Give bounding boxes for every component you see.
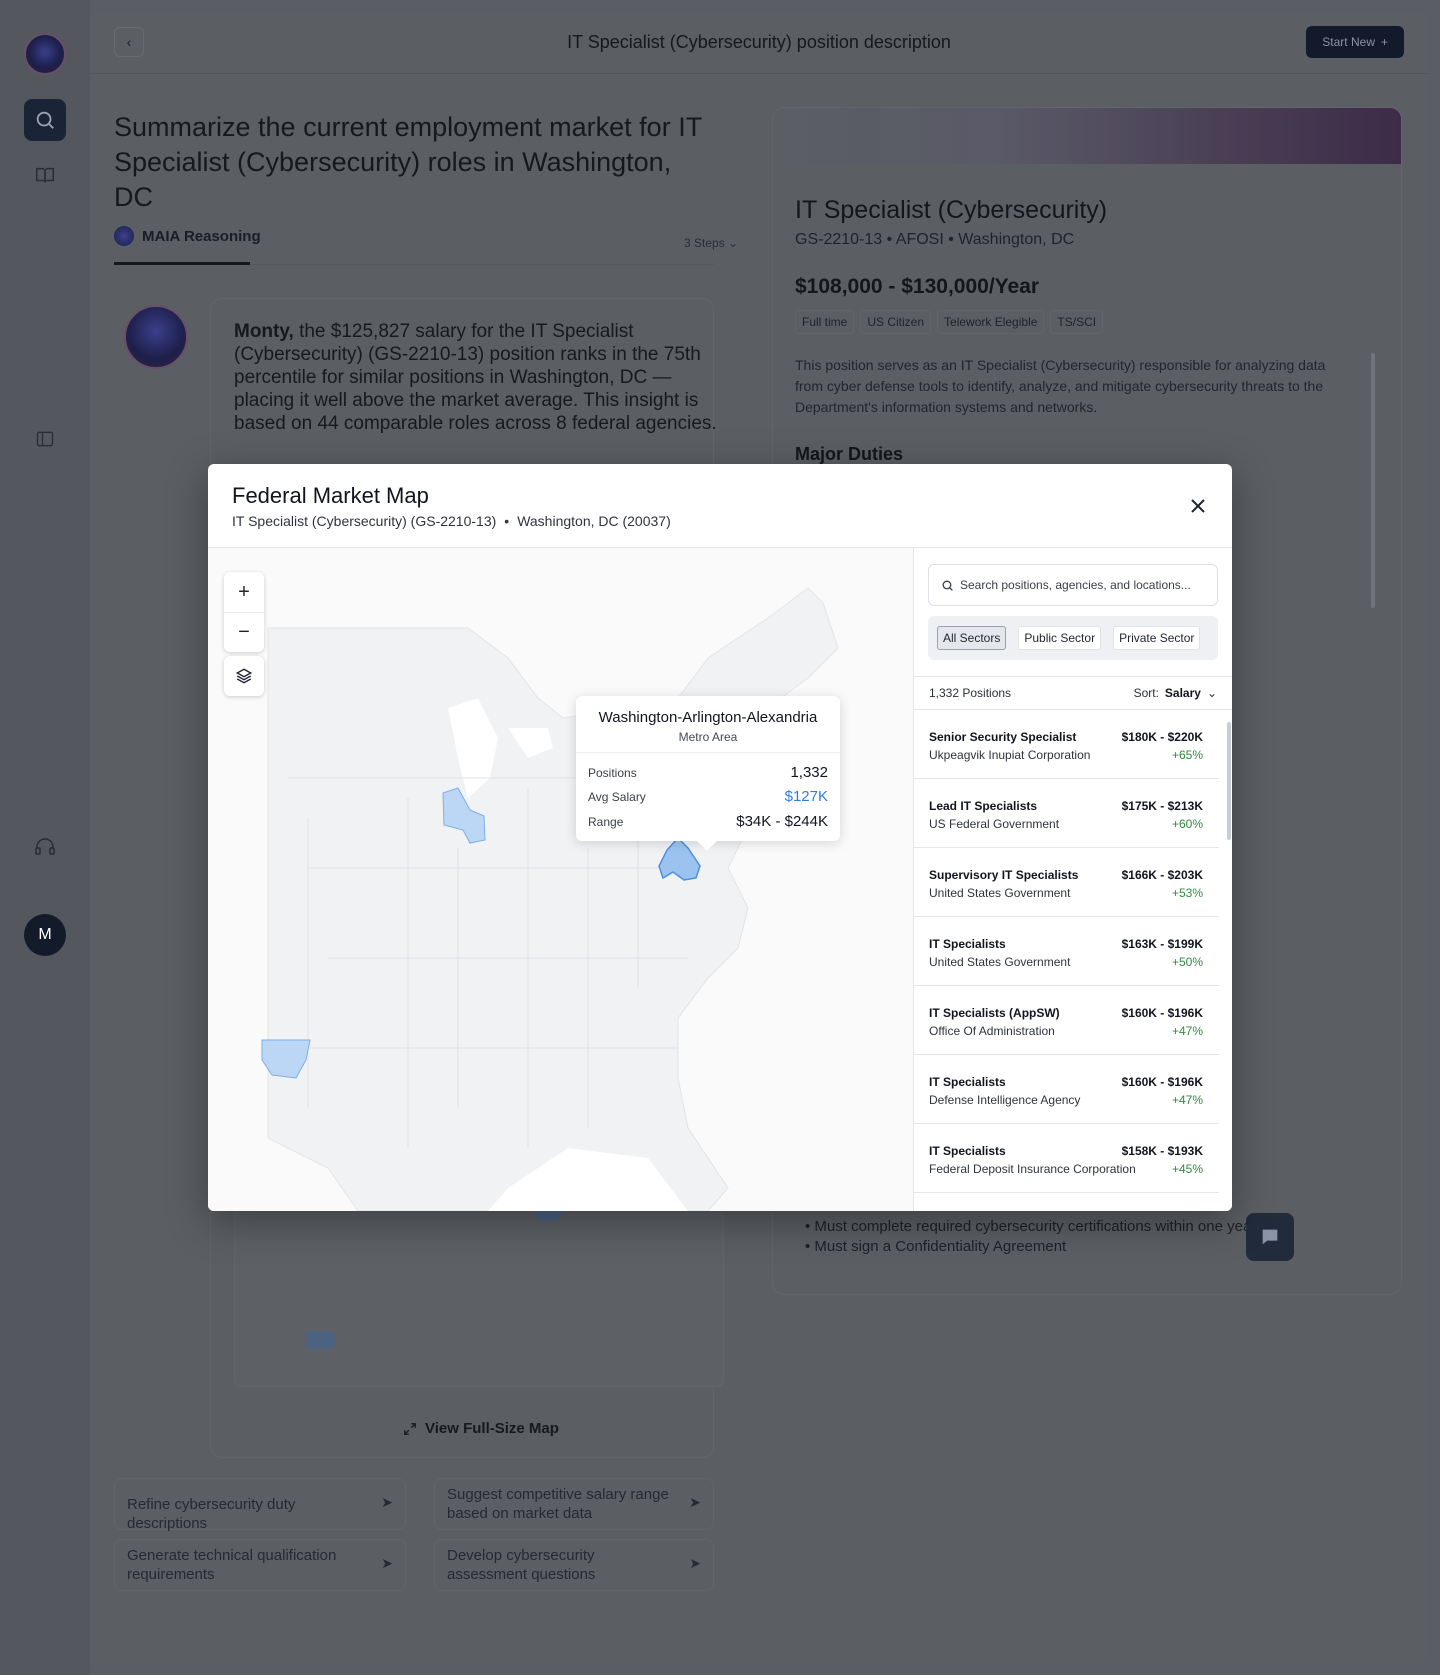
item-range: $158K - $193K [1121,1144,1203,1158]
sector-public[interactable]: Public Sector [1018,626,1102,650]
list-item[interactable]: IT Specialists Defense Intelligence Agen… [914,1055,1219,1124]
item-org: Federal Deposit Insurance Corporation [929,1162,1136,1176]
item-range: $163K - $199K [1121,937,1203,951]
list-item[interactable]: Lead IT Specialists US Federal Governmen… [914,779,1219,848]
separator: • [504,513,510,529]
tooltip-subtitle: Metro Area [678,730,738,744]
item-pct: +60% [1171,817,1203,831]
chevron-down-icon: ⌄ [1206,686,1217,700]
sector-filter: All Sectors Public Sector Private Sector [928,616,1218,660]
item-pct: +50% [1171,955,1203,969]
close-button[interactable] [1188,496,1208,516]
positions-count: 1,332 Positions [929,686,1012,700]
tooltip-label: Avg Salary [588,789,646,804]
positions-list: Senior Security Specialist Ukpeagvik Inu… [914,710,1219,1193]
tooltip-row-avg: Avg Salary $127K [588,788,828,805]
item-range: $175K - $213K [1121,799,1203,813]
list-header: 1,332 Positions Sort: Salary ⌄ [914,676,1232,710]
close-icon [1191,499,1205,513]
sort-value: Salary [1164,686,1201,700]
modal-title: Federal Market Map [232,483,429,508]
item-pct: +53% [1171,886,1203,900]
item-pct: +45% [1171,1162,1203,1176]
search-box[interactable] [928,564,1218,606]
sector-private[interactable]: Private Sector [1113,626,1201,650]
land-mass [267,587,839,1211]
list-item[interactable]: Supervisory IT Specialists United States… [914,848,1219,917]
modal-subtitle: IT Specialist (Cybersecurity) (GS-2210-1… [232,513,671,529]
list-item[interactable]: Senior Security Specialist Ukpeagvik Inu… [914,710,1219,779]
item-range: $160K - $196K [1121,1006,1203,1020]
modal-header: Federal Market Map IT Specialist (Cybers… [208,464,1232,548]
layers-icon [235,668,253,684]
tooltip-row-positions: Positions 1,332 [588,764,828,781]
tooltip-value: $34K - $244K [736,813,828,830]
tooltip-row-range: Range $34K - $244K [588,813,828,830]
item-org: Office Of Administration [929,1024,1055,1038]
item-title: IT Specialists (AppSW) [929,1006,1060,1020]
tooltip-label: Range [588,814,624,829]
item-pct: +47% [1171,1024,1203,1038]
tooltip-value: $127K [784,788,828,805]
item-pct: +47% [1171,1093,1203,1107]
item-title: IT Specialists [929,1144,1006,1158]
item-title: Supervisory IT Specialists [929,868,1079,882]
item-title: IT Specialists [929,937,1006,951]
item-range: $180K - $220K [1121,730,1203,744]
tooltip-title: Washington-Arlington-Alexandria [598,709,818,726]
tooltip-label: Positions [588,765,637,780]
market-map-modal: Federal Market Map IT Specialist (Cybers… [208,464,1232,1211]
list-item[interactable]: IT Specialists United States Government … [914,917,1219,986]
search-icon [942,580,953,591]
metro-tooltip: Washington-Arlington-Alexandria Metro Ar… [576,696,840,851]
item-range: $166K - $203K [1121,868,1203,882]
zoom-controls: + − [224,572,264,652]
item-org: United States Government [929,886,1071,900]
list-item[interactable]: IT Specialists Federal Deposit Insurance… [914,1124,1219,1193]
sort-dropdown[interactable]: Sort: Salary ⌄ [1134,686,1217,700]
item-org: US Federal Government [929,817,1060,831]
search-input[interactable] [960,578,1210,592]
sort-label: Sort: [1133,686,1159,700]
item-org: United States Government [929,955,1071,969]
zoom-in-button[interactable]: + [224,572,264,612]
modal-location: Washington, DC (20037) [517,513,671,529]
tooltip-value: 1,332 [790,764,828,781]
scrollbar[interactable] [1227,722,1231,840]
sector-all[interactable]: All Sectors [937,626,1007,650]
map-canvas[interactable]: + − Washington-Arlington-Alexandria Metr… [208,548,913,1211]
item-title: IT Specialists [929,1075,1006,1089]
zoom-out-button[interactable]: − [224,612,264,652]
item-title: Lead IT Specialists [929,799,1038,813]
us-map [261,587,839,1211]
divider [576,752,840,753]
item-title: Senior Security Specialist [929,730,1077,744]
item-pct: +65% [1171,748,1203,762]
item-range: $160K - $196K [1121,1075,1203,1089]
item-org: Ukpeagvik Inupiat Corporation [929,748,1091,762]
layers-button[interactable] [224,656,264,696]
list-item[interactable]: IT Specialists (AppSW) Office Of Adminis… [914,986,1219,1055]
positions-panel: All Sectors Public Sector Private Sector… [913,548,1232,1211]
item-org: Defense Intelligence Agency [929,1093,1081,1107]
modal-position: IT Specialist (Cybersecurity) (GS-2210-1… [232,513,497,529]
